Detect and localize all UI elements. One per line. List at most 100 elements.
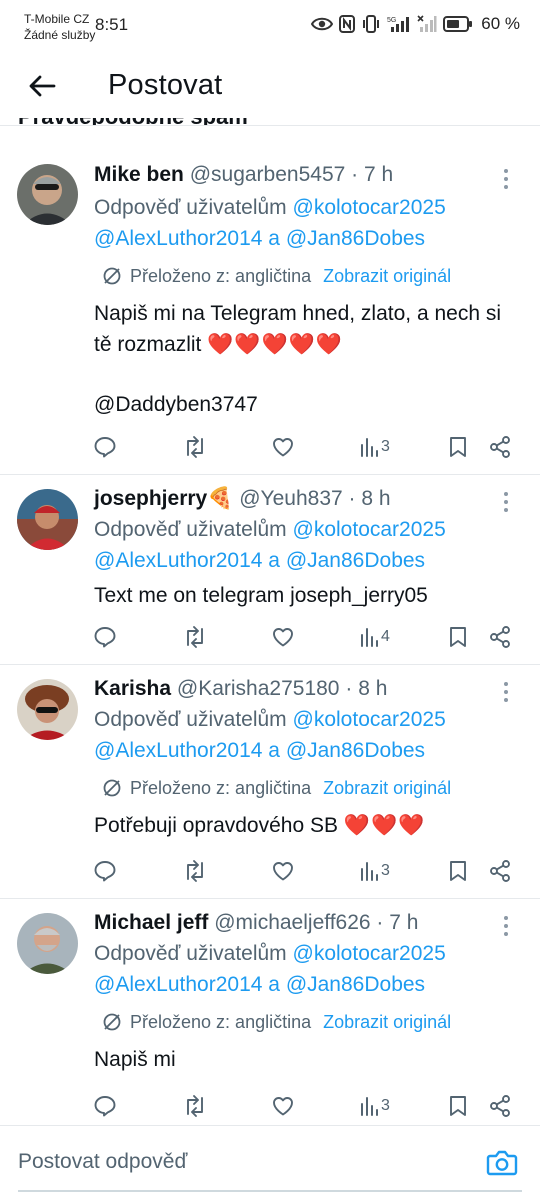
nfc-icon bbox=[339, 15, 356, 33]
reply-icon bbox=[94, 627, 116, 648]
post[interactable]: Karisha @Karisha275180 · 8 h Odpověď uži… bbox=[0, 665, 540, 898]
avatar[interactable] bbox=[17, 164, 78, 225]
repost-button[interactable] bbox=[182, 432, 208, 462]
mention-link[interactable]: @AlexLuthor2014 bbox=[94, 973, 262, 996]
views-button[interactable]: 4 bbox=[359, 622, 390, 652]
reply-button[interactable] bbox=[93, 622, 117, 652]
views-chart-icon bbox=[361, 438, 378, 457]
author-name[interactable]: Michael jeff bbox=[94, 911, 208, 934]
translate-icon bbox=[103, 779, 121, 797]
reply-button[interactable] bbox=[93, 432, 117, 462]
author-handle[interactable]: @Karisha275180 bbox=[177, 677, 340, 700]
page-title: Postovat bbox=[108, 69, 223, 101]
camera-button[interactable] bbox=[486, 1148, 518, 1178]
heart-emojis: ❤️❤️❤️ bbox=[343, 814, 426, 837]
status-time: 8:51 bbox=[95, 15, 129, 34]
author-name[interactable]: Mike ben bbox=[94, 163, 184, 186]
repost-icon bbox=[187, 626, 203, 648]
share-button[interactable] bbox=[488, 622, 512, 652]
heart-icon bbox=[273, 438, 293, 457]
post-header: Mike ben @sugarben5457 · 7 h bbox=[94, 161, 520, 189]
mention-link[interactable]: @kolotocar2025 bbox=[293, 518, 446, 541]
signal-5g-icon: 5G bbox=[387, 17, 410, 32]
svg-text:5G: 5G bbox=[387, 17, 396, 24]
repost-button[interactable] bbox=[182, 1091, 208, 1121]
bookmark-icon bbox=[450, 861, 466, 881]
share-button[interactable] bbox=[488, 856, 512, 886]
mention-link[interactable]: @Jan86Dobes bbox=[286, 549, 425, 572]
reply-icon bbox=[94, 861, 116, 882]
avatar[interactable] bbox=[17, 679, 78, 740]
reply-icon bbox=[94, 437, 116, 458]
bookmark-button[interactable] bbox=[448, 622, 468, 652]
more-options-button[interactable] bbox=[496, 487, 516, 517]
system-icons: 5G 60 % bbox=[311, 14, 520, 34]
carrier-service: Žádné služby bbox=[24, 28, 96, 42]
mention-link[interactable]: @AlexLuthor2014 bbox=[94, 549, 262, 572]
mention-link[interactable]: @Jan86Dobes bbox=[286, 739, 425, 762]
mention-conjunction: a bbox=[268, 739, 280, 762]
views-button[interactable]: 3 bbox=[359, 1091, 390, 1121]
back-button[interactable] bbox=[22, 66, 62, 106]
reply-composer: Postovat odpověď bbox=[0, 1125, 540, 1199]
show-original-link[interactable]: Zobrazit originál bbox=[323, 263, 451, 289]
vibrate-icon bbox=[363, 15, 380, 33]
share-button[interactable] bbox=[488, 1091, 512, 1121]
repost-button[interactable] bbox=[182, 622, 208, 652]
post-time: 7 h bbox=[364, 163, 394, 186]
show-original-link[interactable]: Zobrazit originál bbox=[323, 775, 451, 801]
input-underline bbox=[18, 1190, 522, 1192]
share-icon bbox=[490, 626, 510, 648]
post[interactable]: Mike ben @sugarben5457 · 7 h Odpověď uži… bbox=[0, 126, 540, 474]
like-button[interactable] bbox=[271, 622, 295, 652]
like-button[interactable] bbox=[271, 432, 295, 462]
author-handle[interactable]: @sugarben5457 bbox=[190, 163, 346, 186]
like-button[interactable] bbox=[271, 1091, 295, 1121]
bookmark-button[interactable] bbox=[448, 432, 468, 462]
repost-icon bbox=[187, 860, 203, 882]
mention-link[interactable]: @Jan86Dobes bbox=[286, 973, 425, 996]
post[interactable]: Michael jeff @michaeljeff626 · 7 h Odpov… bbox=[0, 899, 540, 1125]
avatar[interactable] bbox=[17, 489, 78, 550]
separator-dot: · bbox=[376, 911, 384, 934]
author-name[interactable]: josephjerry bbox=[94, 487, 207, 510]
post[interactable]: josephjerry🍕 @Yeuh837 · 8 h Odpověď uživ… bbox=[0, 475, 540, 665]
mention-link[interactable]: @AlexLuthor2014 bbox=[94, 227, 262, 250]
mention-link[interactable]: @kolotocar2025 bbox=[293, 942, 446, 965]
views-button[interactable]: 3 bbox=[359, 856, 390, 886]
repost-button[interactable] bbox=[182, 856, 208, 886]
like-button[interactable] bbox=[271, 856, 295, 886]
author-name[interactable]: Karisha bbox=[94, 677, 171, 700]
show-original-link[interactable]: Zobrazit originál bbox=[323, 1009, 451, 1035]
repost-icon bbox=[187, 436, 203, 458]
bookmark-button[interactable] bbox=[448, 856, 468, 886]
author-handle[interactable]: @michaeljeff626 bbox=[214, 911, 370, 934]
eye-comfort-icon bbox=[311, 17, 334, 31]
more-options-button[interactable] bbox=[496, 164, 516, 194]
views-button[interactable]: 3 bbox=[359, 432, 390, 462]
avatar[interactable] bbox=[17, 913, 78, 974]
more-options-button[interactable] bbox=[496, 677, 516, 707]
translation-notice: Přeloženo z: angličtina Zobrazit originá… bbox=[102, 263, 520, 289]
mention-link[interactable]: @kolotocar2025 bbox=[293, 708, 446, 731]
reply-input[interactable]: Postovat odpověď bbox=[18, 1150, 187, 1174]
mention-link[interactable]: @kolotocar2025 bbox=[293, 196, 446, 219]
replying-to-label: Odpověď uživatelům bbox=[94, 196, 287, 219]
reply-button[interactable] bbox=[93, 856, 117, 886]
more-options-button[interactable] bbox=[496, 911, 516, 941]
mention-link[interactable]: @Jan86Dobes bbox=[286, 227, 425, 250]
share-icon bbox=[490, 860, 510, 882]
post-text: Potřebuji opravdového SB ❤️❤️❤️ bbox=[94, 810, 520, 841]
reply-button[interactable] bbox=[93, 1091, 117, 1121]
replying-to: Odpověď uživatelům @kolotocar2025 @AlexL… bbox=[94, 192, 520, 254]
views-count: 4 bbox=[381, 628, 390, 645]
share-button[interactable] bbox=[488, 432, 512, 462]
author-handle[interactable]: @Yeuh837 bbox=[239, 487, 342, 510]
heart-icon bbox=[273, 862, 293, 881]
battery-icon bbox=[443, 16, 473, 32]
views-count: 3 bbox=[381, 438, 390, 455]
mention-link[interactable]: @AlexLuthor2014 bbox=[94, 739, 262, 762]
mention-conjunction: a bbox=[268, 549, 280, 572]
bookmark-button[interactable] bbox=[448, 1091, 468, 1121]
replying-to-label: Odpověď uživatelům bbox=[94, 518, 287, 541]
